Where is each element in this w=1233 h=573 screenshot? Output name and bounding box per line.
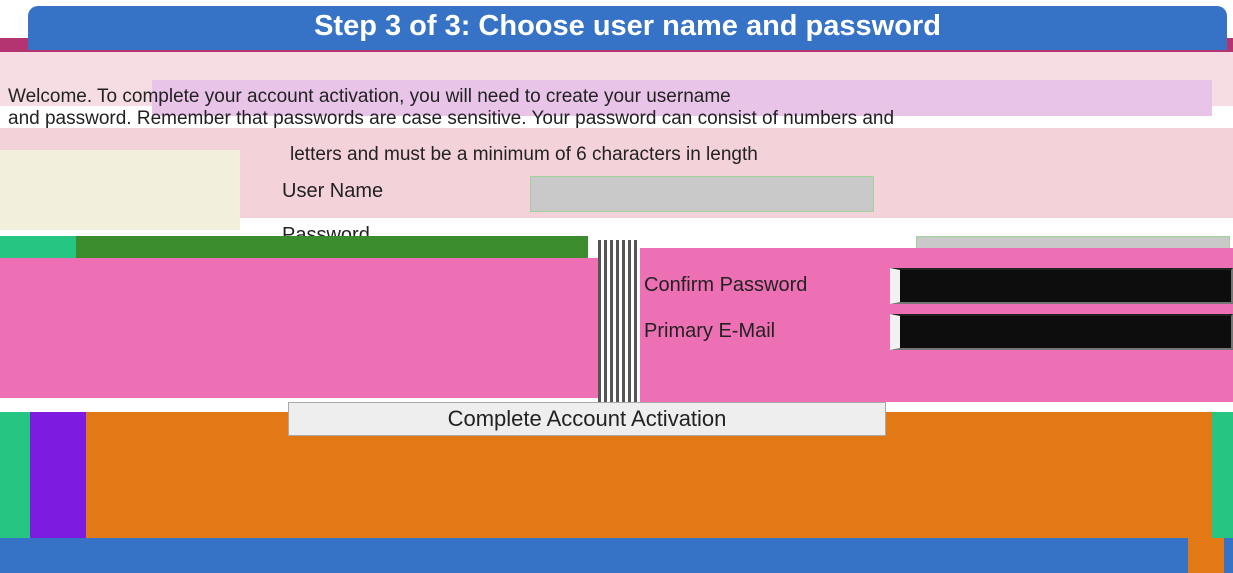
intro-line-2: and password. Remember that passwords ar… [8, 108, 895, 129]
confirm-password-label: Confirm Password [644, 274, 808, 296]
page-header: Step 3 of 3: Choose user name and passwo… [28, 6, 1227, 50]
footer-block [1212, 412, 1233, 538]
form-side-panel [0, 150, 240, 230]
confirm-password-input[interactable] [890, 268, 1233, 304]
email-input[interactable] [890, 314, 1233, 350]
decorative-block [0, 236, 76, 258]
footer-block [0, 412, 30, 538]
footer-block [1188, 538, 1224, 573]
username-label: User Name [282, 180, 384, 202]
divider [598, 240, 640, 404]
decorative-block [76, 236, 588, 258]
decorative-block [0, 258, 600, 398]
footer-block [30, 412, 86, 538]
username-input[interactable] [530, 176, 874, 212]
intro-line-3: letters and must be a minimum of 6 chara… [290, 144, 758, 165]
email-label: Primary E-Mail [644, 320, 776, 342]
intro-line-1: Welcome. To complete your account activa… [8, 86, 731, 107]
footer-bar [0, 538, 1233, 573]
page-title: Step 3 of 3: Choose user name and passwo… [314, 10, 941, 42]
complete-activation-button[interactable]: Complete Account Activation [288, 402, 886, 436]
intro-text: Welcome. To complete your account activa… [8, 86, 1230, 130]
